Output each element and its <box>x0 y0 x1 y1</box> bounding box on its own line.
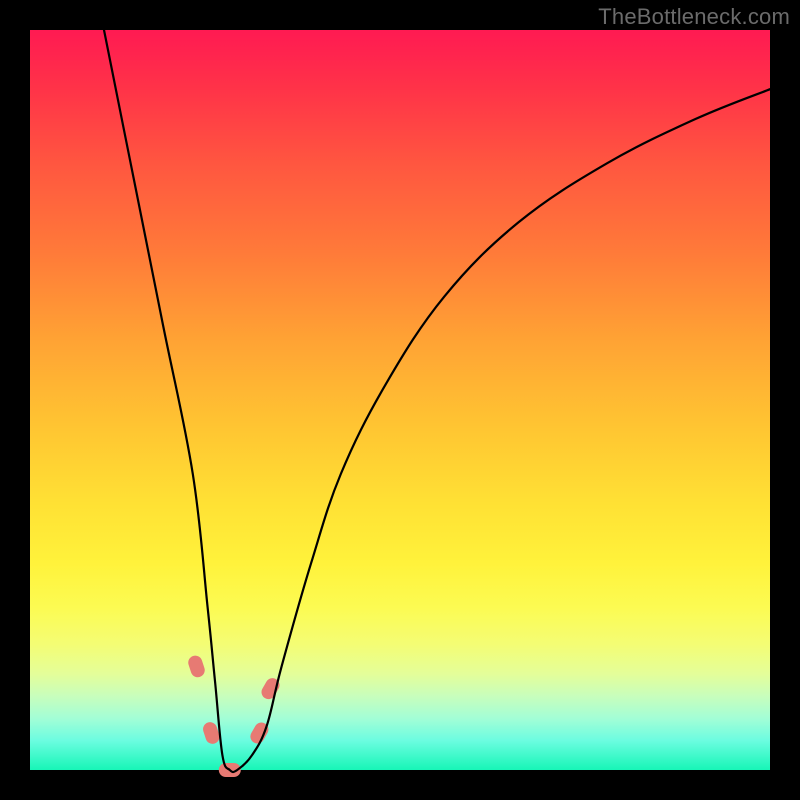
marker-left-upper <box>186 654 206 679</box>
markers-group <box>186 654 282 777</box>
chart-frame: TheBottleneck.com <box>0 0 800 800</box>
curve-layer <box>30 30 770 770</box>
watermark-text: TheBottleneck.com <box>598 4 790 30</box>
plot-area <box>30 30 770 770</box>
bottleneck-curve <box>104 30 770 772</box>
